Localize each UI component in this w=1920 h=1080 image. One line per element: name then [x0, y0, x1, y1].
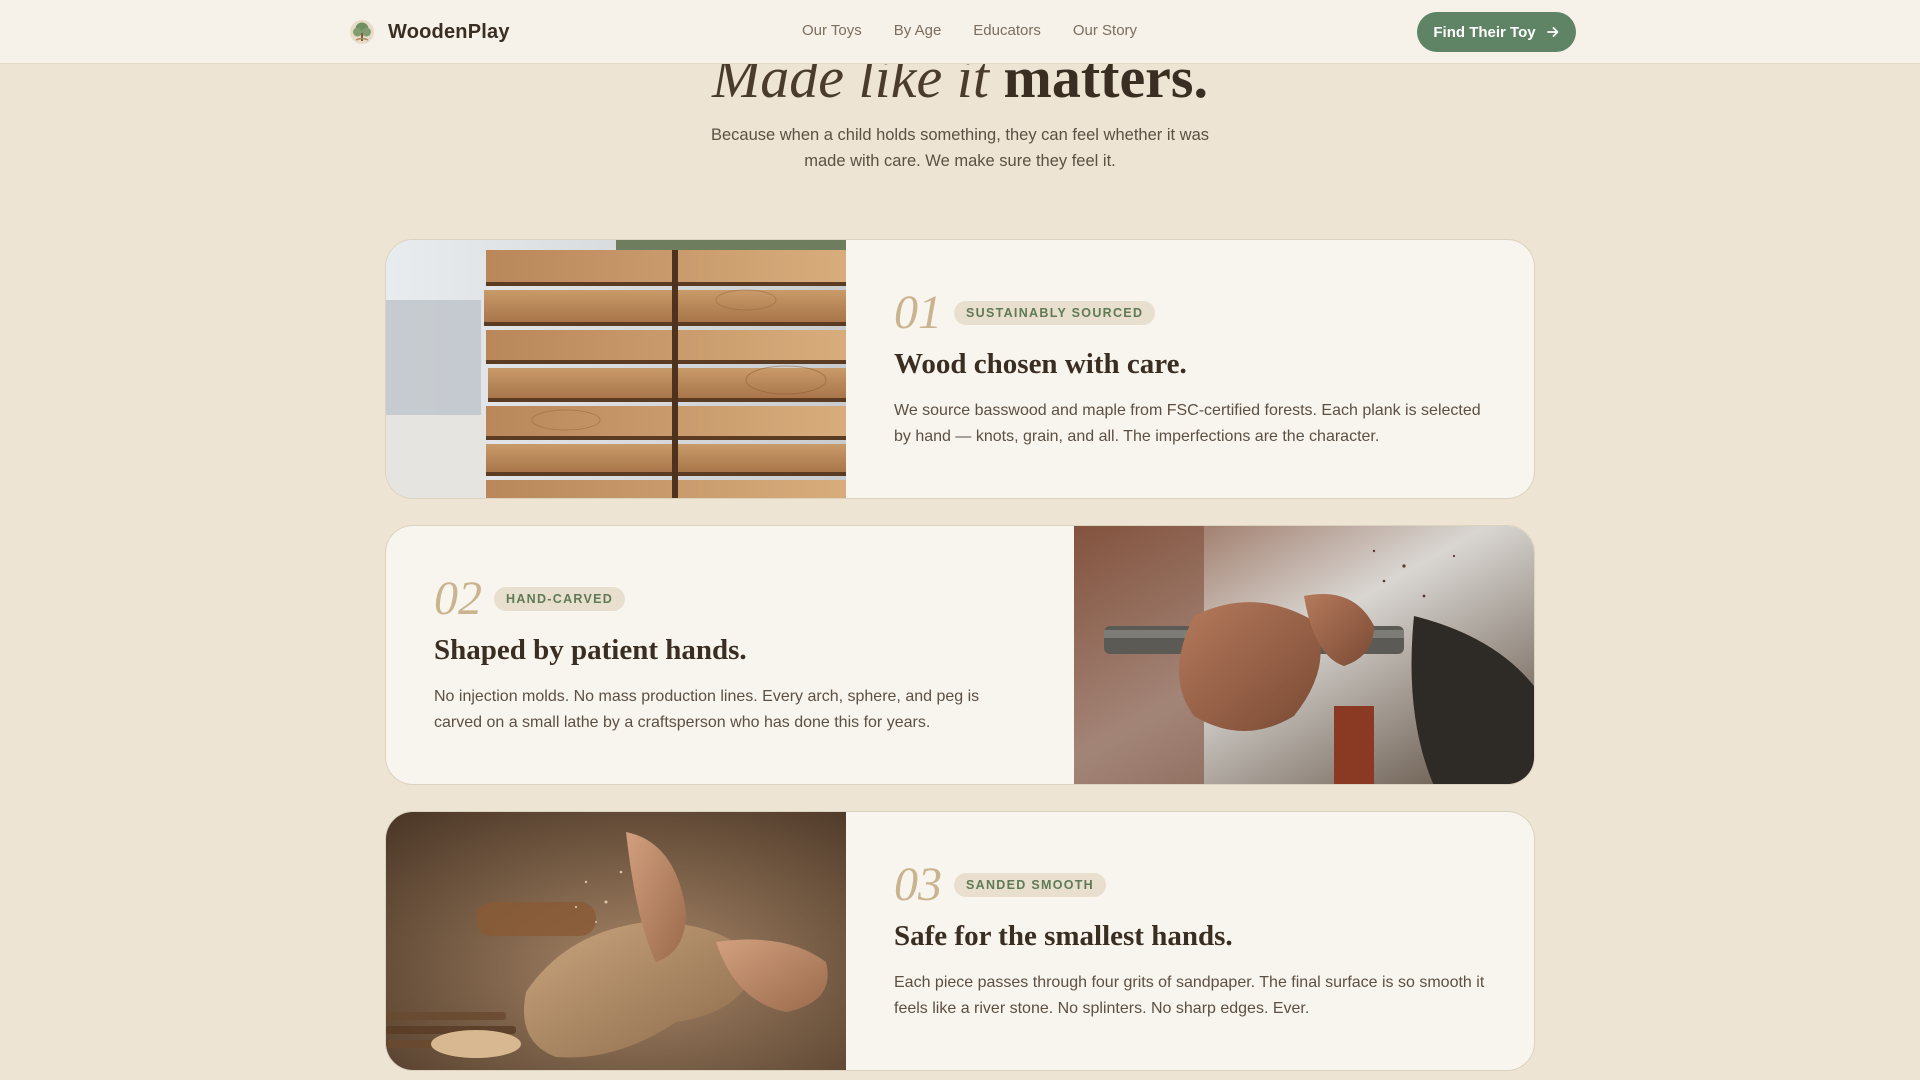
- feature-description: No injection molds. No mass production l…: [434, 688, 980, 731]
- feature-description: Each piece passes through four grits of …: [894, 974, 1485, 1017]
- feature-number: 01: [894, 286, 942, 339]
- hero-subtitle: Because when a child holds something, th…: [710, 126, 1210, 170]
- nav-link-by-age[interactable]: By Age: [894, 22, 942, 39]
- feature-title: Wood chosen with care.: [894, 348, 1187, 380]
- cta-label: Find Their Toy: [1433, 23, 1536, 41]
- feature-number: 02: [434, 572, 482, 625]
- sanding-photo: [386, 812, 846, 1070]
- tree-logo-icon: [348, 18, 376, 46]
- nav-links: Our Toys By Age Educators Our Story: [802, 22, 1169, 39]
- brand[interactable]: WoodenPlay: [348, 16, 510, 48]
- feature-card-sanding: 03 SANDED SMOOTH Safe for the smallest h…: [385, 811, 1535, 1071]
- feature-tag: SUSTAINABLY SOURCED: [954, 301, 1156, 325]
- nav-link-our-toys[interactable]: Our Toys: [802, 22, 862, 39]
- feature-tag: HAND-CARVED: [494, 587, 626, 611]
- feature-tag: SANDED SMOOTH: [954, 873, 1107, 897]
- arrow-right-icon: [1546, 25, 1560, 39]
- top-navigation: WoodenPlay Our Toys By Age Educators Our…: [0, 0, 1920, 64]
- feature-title: Safe for the smallest hands.: [894, 920, 1233, 952]
- brand-name: WoodenPlay: [388, 20, 510, 43]
- nav-link-educators[interactable]: Educators: [973, 22, 1041, 39]
- feature-heading-row: 01 SUSTAINABLY SOURCED: [894, 286, 1156, 339]
- feature-heading-row: 02 HAND-CARVED: [434, 572, 626, 625]
- feature-title: Shaped by patient hands.: [434, 634, 747, 666]
- feature-number: 03: [894, 858, 942, 911]
- carving-hands-photo: [1074, 526, 1534, 784]
- feature-description: We source basswood and maple from FSC-ce…: [894, 402, 1481, 445]
- feature-card-sourcing: 01 SUSTAINABLY SOURCED Wood chosen with …: [385, 239, 1535, 499]
- feature-heading-row: 03 SANDED SMOOTH: [894, 858, 1107, 911]
- find-their-toy-button[interactable]: Find Their Toy: [1417, 12, 1576, 52]
- feature-card-carving: 02 HAND-CARVED Shaped by patient hands. …: [385, 525, 1535, 785]
- stacked-planks-photo: [386, 240, 846, 498]
- nav-link-our-story[interactable]: Our Story: [1073, 22, 1137, 39]
